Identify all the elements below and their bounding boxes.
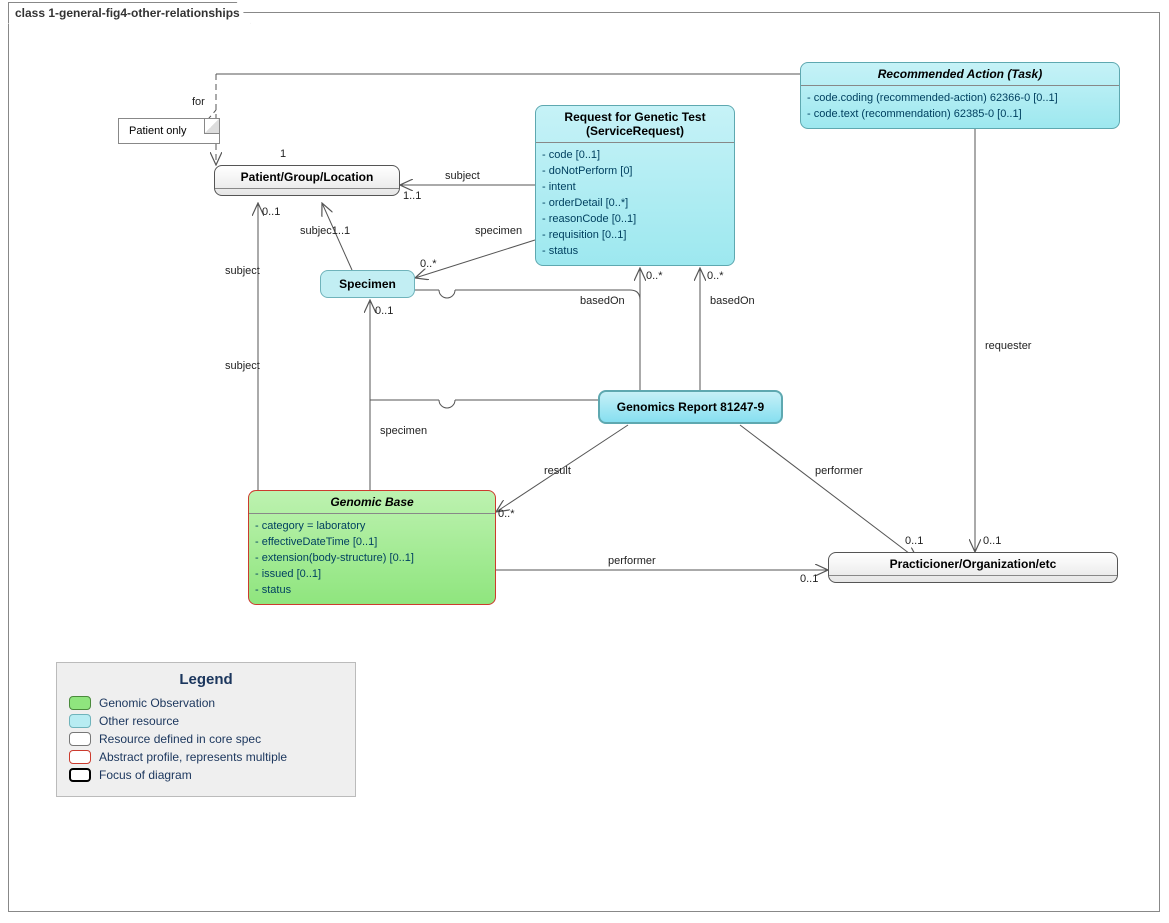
mult: 0..* <box>646 270 663 282</box>
class-title: Genomic Base <box>249 491 495 513</box>
mult: 0..1 <box>983 535 1001 547</box>
class-genomics-report: Genomics Report 81247-9 <box>598 390 783 424</box>
legend-row: Resource defined in core spec <box>69 732 343 746</box>
class-patient-group-location: Patient/Group/Location <box>214 165 400 196</box>
class-specimen: Specimen <box>320 270 415 298</box>
attr: extension(body-structure) [0..1] <box>265 550 489 566</box>
class-practitioner: Practicioner/Organization/etc <box>828 552 1118 583</box>
legend-title: Legend <box>69 671 343 688</box>
attr: requisition [0..1] <box>552 227 728 243</box>
mult: 0..* <box>498 508 515 520</box>
attr: category = laboratory <box>265 518 489 534</box>
attr: effectiveDateTime [0..1] <box>265 534 489 550</box>
swatch-green-icon <box>69 696 91 710</box>
legend: Legend Genomic Observation Other resourc… <box>56 662 356 797</box>
attr: status <box>265 582 489 598</box>
class-title: Recommended Action (Task) <box>801 63 1119 85</box>
attr: issued [0..1] <box>265 566 489 582</box>
legend-row: Genomic Observation <box>69 696 343 710</box>
mult: 0..* <box>420 258 437 270</box>
mult: 0..1 <box>905 535 923 547</box>
class-attributes: code [0..1] doNotPerform [0] intent orde… <box>536 142 734 265</box>
legend-row: Other resource <box>69 714 343 728</box>
mult: 0..1 <box>800 573 818 585</box>
edge-label-subject: subject <box>445 170 480 182</box>
class-title: Practicioner/Organization/etc <box>829 553 1117 575</box>
edge-label-result: result <box>544 465 571 477</box>
edge-label-subject: subject <box>225 360 260 372</box>
attr: code.text (recommendation) 62385-0 [0..1… <box>817 106 1113 122</box>
attr: status <box>552 243 728 259</box>
attr: orderDetail [0..*] <box>552 195 728 211</box>
edge-label-basedon: basedOn <box>580 295 625 307</box>
class-service-request: Request for Genetic Test (ServiceRequest… <box>535 105 735 266</box>
class-recommended-action: Recommended Action (Task) code.coding (r… <box>800 62 1120 129</box>
swatch-core-icon <box>69 732 91 746</box>
attr: reasonCode [0..1] <box>552 211 728 227</box>
attr: intent <box>552 179 728 195</box>
note-patient-only: Patient only <box>118 118 220 144</box>
edge-label-specimen: specimen <box>475 225 522 237</box>
edge-label-subject: subjec1..1 <box>300 225 350 237</box>
mult: 0..1 <box>375 305 393 317</box>
frame-title: class 1-general-fig4-other-relationships <box>8 2 251 24</box>
mult: 1..1 <box>403 190 421 202</box>
edge-label-requester: requester <box>985 340 1031 352</box>
note-text: Patient only <box>129 125 186 137</box>
legend-row: Abstract profile, represents multiple <box>69 750 343 764</box>
class-title: Request for Genetic Test (ServiceRequest… <box>536 106 734 142</box>
class-genomic-base: Genomic Base category = laboratory effec… <box>248 490 496 605</box>
class-title: Genomics Report 81247-9 <box>600 392 781 422</box>
edge-label-subject: subject <box>225 265 260 277</box>
class-title: Specimen <box>321 271 414 297</box>
attr: code.coding (recommended-action) 62366-0… <box>817 90 1113 106</box>
edge-label-performer: performer <box>815 465 863 477</box>
edge-label-basedon: basedOn <box>710 295 755 307</box>
mult: 0..1 <box>262 206 280 218</box>
mult: 1 <box>280 148 286 160</box>
attr: code [0..1] <box>552 147 728 163</box>
swatch-focus-icon <box>69 768 91 782</box>
legend-row: Focus of diagram <box>69 768 343 782</box>
edge-label-specimen: specimen <box>380 425 427 437</box>
swatch-cyan-icon <box>69 714 91 728</box>
edge-label-for: for <box>192 96 205 108</box>
diagram-canvas: class 1-general-fig4-other-relationships <box>0 0 1169 923</box>
class-attributes: code.coding (recommended-action) 62366-0… <box>801 85 1119 128</box>
edge-label-performer: performer <box>608 555 656 567</box>
swatch-abstract-icon <box>69 750 91 764</box>
mult: 0..* <box>707 270 724 282</box>
class-attributes: category = laboratory effectiveDateTime … <box>249 513 495 604</box>
attr: doNotPerform [0] <box>552 163 728 179</box>
class-title: Patient/Group/Location <box>215 166 399 188</box>
